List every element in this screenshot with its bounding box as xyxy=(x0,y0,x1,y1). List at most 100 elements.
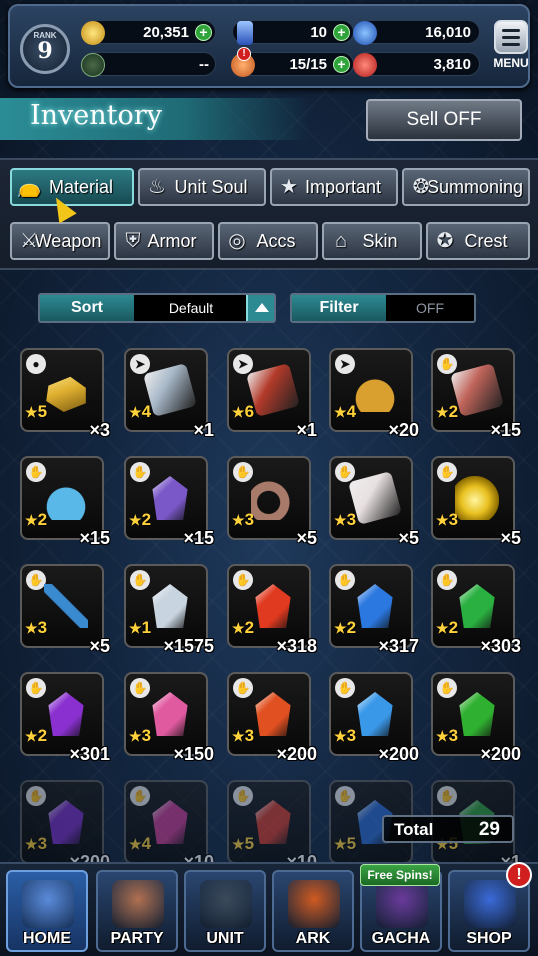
tab-label: Skin xyxy=(362,231,398,251)
hand-type-icon: ✋ xyxy=(233,570,253,590)
inventory-item[interactable]: ➤ ★4 ×20 xyxy=(329,348,419,440)
sort-control[interactable]: Sort Default xyxy=(38,293,276,323)
inventory-item[interactable]: ➤ ★6 ×1 xyxy=(227,348,317,440)
item-quantity: ×303 xyxy=(480,636,521,656)
filter-control[interactable]: Filter OFF xyxy=(290,293,476,323)
star-icon: ★ xyxy=(436,512,449,528)
rarity-value: 2 xyxy=(346,618,357,637)
star-icon: ★ xyxy=(25,728,38,744)
gil-plus-button[interactable]: + xyxy=(195,24,212,41)
inventory-item[interactable]: ✋ ★2 ×318 xyxy=(227,564,317,656)
star-icon: ★ xyxy=(334,512,347,528)
hand-type-icon: ✋ xyxy=(26,570,46,590)
star-icon: ★ xyxy=(334,836,347,852)
item-quantity: ×200 xyxy=(276,744,317,764)
inventory-item[interactable]: ✋ ★2 ×15 xyxy=(431,348,521,440)
inventory-item[interactable]: ✋ ★2 ×317 xyxy=(329,564,419,656)
tab-label: Unit Soul xyxy=(174,177,248,197)
hand-type-icon: ✋ xyxy=(335,570,355,590)
nav-label: GACHA xyxy=(371,930,431,947)
hand-type-icon: ✋ xyxy=(335,678,355,698)
inventory-item[interactable]: ✋ ★3 ×5 xyxy=(227,456,317,548)
inventory-item[interactable]: ● ★5 ×3 xyxy=(20,348,110,440)
inventory-item[interactable]: ✋★3×200 xyxy=(227,672,317,764)
gil-value: 20,351 xyxy=(143,24,189,41)
star-icon: ★ xyxy=(436,620,449,636)
horn-type-icon: ➤ xyxy=(233,354,253,374)
gem-item-icon xyxy=(152,800,188,844)
sell-toggle-button[interactable]: Sell OFF xyxy=(366,99,522,141)
nav-party-button[interactable]: PARTY xyxy=(96,870,178,952)
inventory-item[interactable]: ✋ ★3 ×5 xyxy=(20,564,110,656)
gem-item-icon xyxy=(152,692,188,736)
horn-type-icon: ➤ xyxy=(335,354,355,374)
gem-item-icon xyxy=(255,584,291,628)
hand-type-icon: ✋ xyxy=(26,786,46,806)
gem-item-icon xyxy=(48,692,84,736)
inventory-item[interactable]: ✋ ★2 ×303 xyxy=(431,564,521,656)
flame-icon: ♨ xyxy=(148,176,166,198)
rarity-value: 3 xyxy=(448,510,459,529)
inventory-item[interactable]: ✋ ★3 ×150 xyxy=(124,672,214,764)
gem-item-icon xyxy=(152,584,188,628)
tab-accs[interactable]: ◎ Accs xyxy=(218,222,318,260)
inventory-item[interactable]: ✋ ★2 ×301 xyxy=(20,672,110,764)
inventory-item[interactable]: ✋★3×200 xyxy=(20,780,110,872)
tab-material[interactable]: 👝 Material xyxy=(10,168,134,206)
tab-unit-soul[interactable]: ♨ Unit Soul xyxy=(138,168,266,206)
lapis-plus-button[interactable]: + xyxy=(333,24,350,41)
star-icon: ★ xyxy=(232,836,245,852)
inventory-item[interactable]: ✋ ★2 ×15 xyxy=(20,456,110,548)
inventory-item[interactable]: ➤ ★4 ×1 xyxy=(124,348,214,440)
star-icon: ★ xyxy=(436,404,449,420)
nav-ark-button[interactable]: ARK xyxy=(272,870,354,952)
inventory-item[interactable]: ✋ ★3 ×5 xyxy=(431,456,521,548)
hand-type-icon: ✋ xyxy=(437,462,457,482)
star-icon: ★ xyxy=(25,620,38,636)
energy-plus-button[interactable]: + xyxy=(333,56,350,73)
inventory-item[interactable]: ✋ ★2 ×15 xyxy=(124,456,214,548)
nav-home-button[interactable]: HOME xyxy=(6,870,88,952)
tab-summoning[interactable]: ❂ Summoning xyxy=(402,168,530,206)
ring-icon: ◎ xyxy=(228,230,246,252)
hand-type-icon: ✋ xyxy=(233,678,253,698)
flask-item-icon xyxy=(44,476,88,520)
menu-button[interactable]: MENU xyxy=(490,20,532,80)
rarity-stars: ★2 xyxy=(334,618,356,638)
rarity-stars: ★6 xyxy=(232,402,254,422)
rarity-value: 4 xyxy=(141,834,152,853)
energy-value: 15/15 xyxy=(289,56,327,73)
tab-skin[interactable]: ⌂ Skin xyxy=(322,222,422,260)
sort-order-toggle-icon[interactable] xyxy=(246,295,274,321)
inventory-item[interactable]: ✋ ★3 ×5 xyxy=(329,456,419,548)
horn-type-icon: ➤ xyxy=(130,354,150,374)
inventory-item[interactable]: ✋★5×10 xyxy=(227,780,317,872)
inventory-item[interactable]: ✋★3×200 xyxy=(329,672,419,764)
inventory-item[interactable]: ✋ ★1 ×1575 xyxy=(124,564,214,656)
tab-weapon[interactable]: ⚔ Weapon xyxy=(10,222,110,260)
rarity-stars: ★1 xyxy=(129,618,151,638)
compass-icon xyxy=(81,53,105,77)
nav-unit-button[interactable]: UNIT xyxy=(184,870,266,952)
rarity-stars: ★5 xyxy=(232,834,254,854)
item-quantity: ×1 xyxy=(193,420,214,440)
rarity-value: 2 xyxy=(244,618,255,637)
gem-item-icon xyxy=(357,584,393,628)
energy-alert-icon: ! xyxy=(237,47,251,61)
lapis-value: 10 xyxy=(310,24,327,41)
star-icon: ★ xyxy=(129,620,142,636)
gem-item-icon xyxy=(459,692,495,736)
inventory-item[interactable]: ✋★3×200 xyxy=(431,672,521,764)
tab-important[interactable]: ★ Important xyxy=(270,168,398,206)
item-quantity: ×5 xyxy=(500,528,521,548)
ore-type-icon: ● xyxy=(26,354,46,374)
energy-counter: ! 15/15 + xyxy=(231,47,354,77)
hand-type-icon: ✋ xyxy=(130,570,150,590)
inventory-item[interactable]: ✋★4×10 xyxy=(124,780,214,872)
rank-badge[interactable]: RANK 9 xyxy=(20,24,70,74)
shop-alert-badge: ! xyxy=(506,862,532,888)
tab-armor[interactable]: ⛨ Armor xyxy=(114,222,214,260)
total-value: 29 xyxy=(478,819,500,840)
tab-crest[interactable]: ✪ Crest xyxy=(426,222,530,260)
unit-icon xyxy=(200,880,252,928)
